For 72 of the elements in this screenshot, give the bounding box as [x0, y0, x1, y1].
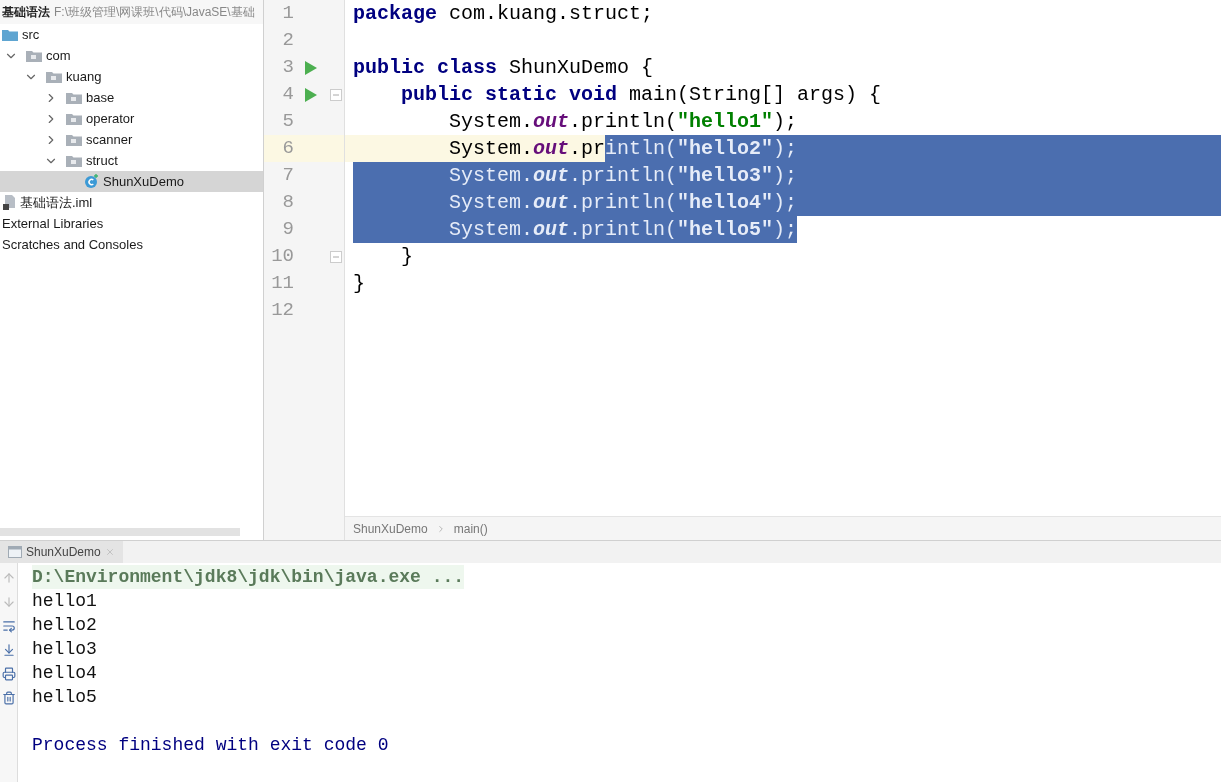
- code-text: public static void: [400, 82, 618, 108]
- code-text: main(String[] args) {: [628, 82, 882, 108]
- code-text: com.kuang.struct;: [448, 1, 654, 27]
- scroll-to-end-icon[interactable]: [1, 643, 16, 657]
- folder-icon: [66, 112, 82, 125]
- tree-item[interactable]: struct: [0, 150, 263, 171]
- console-line: hello5: [32, 686, 97, 709]
- trash-icon[interactable]: [1, 691, 16, 705]
- code-text: System.: [448, 109, 534, 135]
- folder-icon: [66, 133, 82, 146]
- wrap-icon[interactable]: [1, 619, 16, 633]
- console-line: hello3: [32, 638, 97, 661]
- console-line: hello4: [32, 662, 97, 685]
- code-text: .println(: [569, 216, 678, 243]
- line-number: 6: [281, 136, 294, 162]
- line-number: 10: [270, 244, 294, 270]
- scrollbar[interactable]: [0, 528, 240, 536]
- line-number: 1: [281, 1, 294, 27]
- tree-item[interactable]: scanner: [0, 129, 263, 150]
- code-text: "hello1": [677, 109, 774, 135]
- code-text: }: [353, 271, 365, 297]
- line-number: 2: [281, 28, 294, 54]
- tree-item[interactable]: kuang: [0, 66, 263, 87]
- folder-icon: [2, 28, 18, 41]
- line-number: 7: [281, 163, 294, 189]
- tree-item[interactable]: com: [0, 45, 263, 66]
- line-number: 4: [281, 82, 294, 108]
- code-text: .pr: [569, 136, 606, 162]
- folder-icon: [66, 91, 82, 104]
- line-number: 9: [281, 217, 294, 243]
- code-text: );: [773, 109, 798, 135]
- run-icon[interactable]: [305, 87, 317, 102]
- tree-item[interactable]: External Libraries: [0, 213, 263, 234]
- code-text: ShunXuDemo {: [508, 55, 654, 81]
- code-text: public class: [353, 55, 498, 81]
- line-number: 5: [281, 109, 294, 135]
- tree-item[interactable]: ShunXuDemo: [0, 171, 263, 192]
- line-number: 11: [270, 271, 294, 297]
- tree-item[interactable]: operator: [0, 108, 263, 129]
- run-icon[interactable]: [305, 60, 317, 75]
- console-line: hello2: [32, 614, 97, 637]
- line-number: 8: [281, 190, 294, 216]
- folder-icon: [26, 49, 42, 62]
- project-path: F:\班级管理\网课班\代码\JavaSE\基础: [54, 4, 255, 21]
- code-text: out: [533, 109, 570, 135]
- tree-item[interactable]: base: [0, 87, 263, 108]
- line-number: 3: [281, 55, 294, 81]
- code-text: System.: [448, 136, 534, 162]
- console-line: hello1: [32, 590, 97, 613]
- console-line: Process finished with exit code 0: [32, 734, 389, 757]
- print-icon[interactable]: [1, 667, 16, 681]
- breadcrumb[interactable]: ShunXuDemo: [353, 519, 428, 538]
- folder-icon: [46, 70, 62, 83]
- code-text: "hello5": [677, 216, 774, 243]
- code-text: out: [533, 136, 570, 162]
- tree-item[interactable]: Scratches and Consoles: [0, 234, 263, 255]
- project-name: 基础语法: [2, 4, 50, 21]
- run-tab[interactable]: ShunXuDemo: [0, 541, 123, 563]
- code-text: }: [400, 244, 413, 270]
- code-text: System.: [353, 216, 534, 243]
- file-icon: [2, 195, 16, 210]
- folder-icon: [66, 154, 82, 167]
- tree-item[interactable]: 基础语法.iml: [0, 192, 263, 213]
- code-text: package: [353, 1, 437, 27]
- code-text: );: [773, 216, 798, 243]
- line-number: 12: [270, 298, 294, 324]
- breadcrumb[interactable]: main(): [453, 519, 488, 538]
- class-icon: [84, 174, 99, 189]
- console-icon: [8, 546, 22, 558]
- tree-item[interactable]: src: [0, 24, 263, 45]
- code-text: out: [533, 216, 570, 243]
- code-text: .println(: [569, 109, 678, 135]
